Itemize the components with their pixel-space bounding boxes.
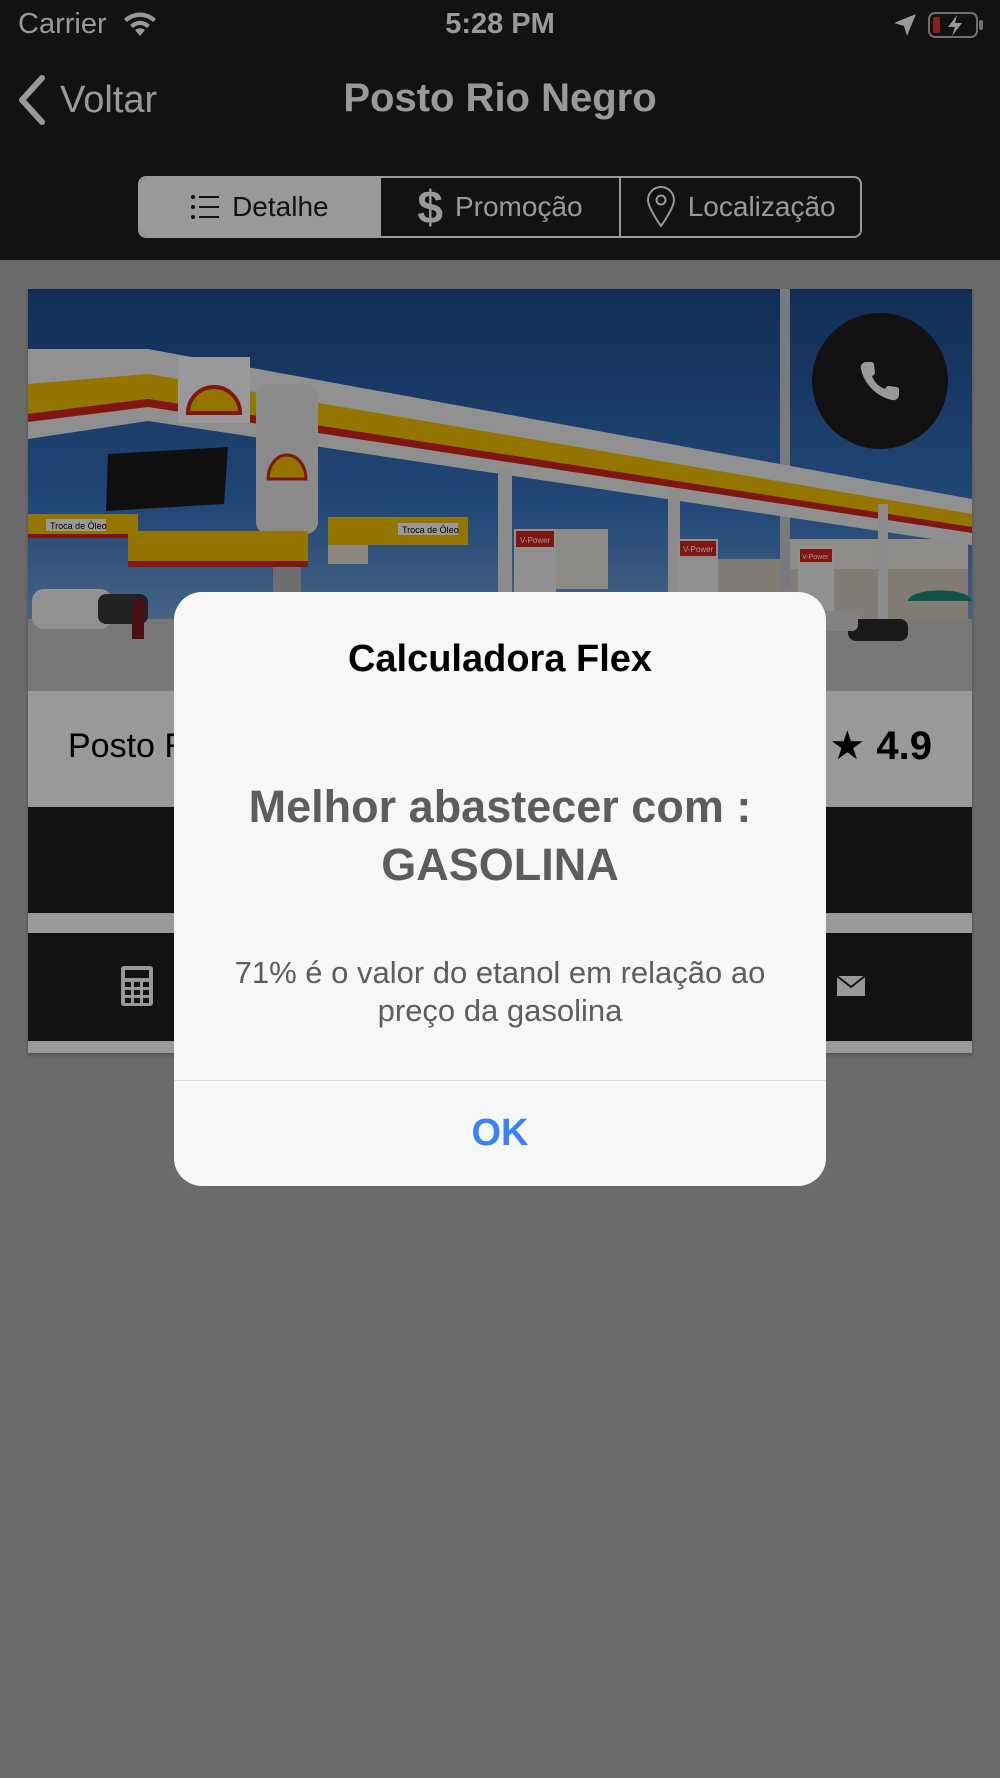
flex-calculator-alert: Calculadora Flex Melhor abastecer com : …	[174, 592, 826, 1186]
ok-button[interactable]: OK	[174, 1081, 826, 1186]
alert-message: 71% é o valor do etanol em relação ao pr…	[234, 955, 766, 1028]
alert-title: Calculadora Flex	[347, 638, 653, 680]
alert-headline: Melhor abastecer com : GASOLINA	[248, 781, 752, 890]
